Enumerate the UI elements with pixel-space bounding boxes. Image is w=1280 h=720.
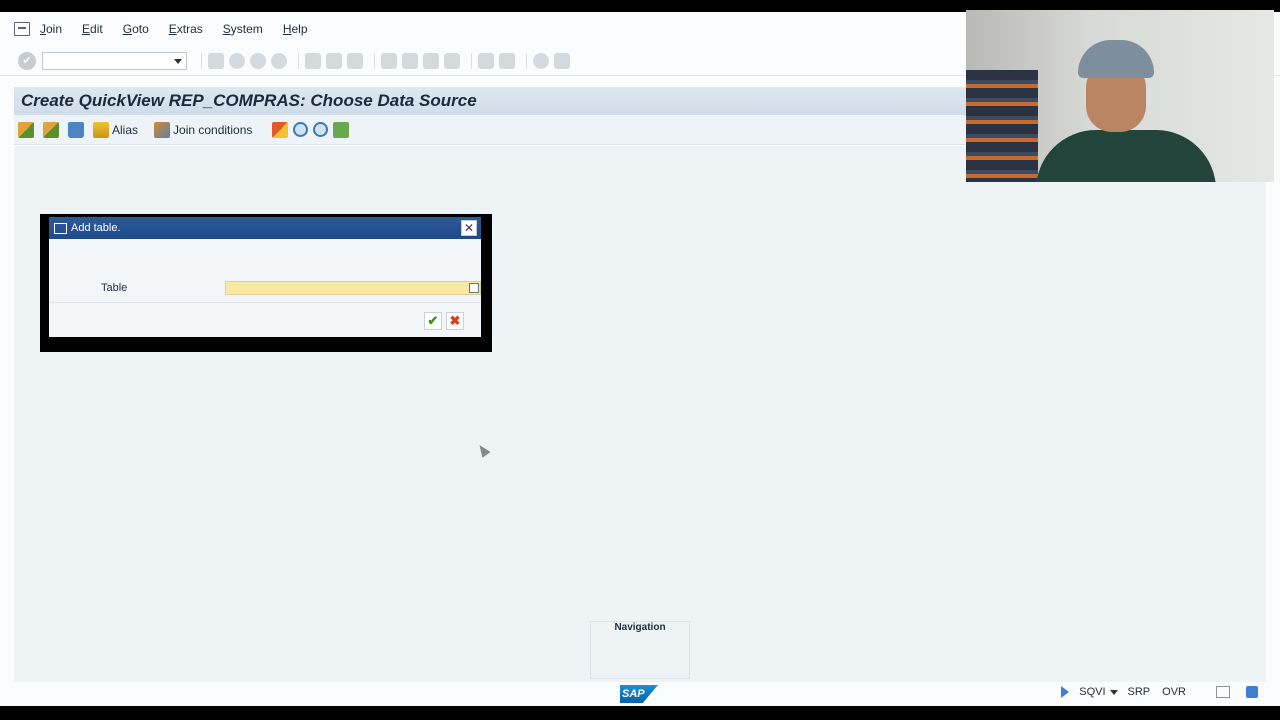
delete-table-button[interactable] [68,121,87,138]
transaction-code: SQVI [1079,686,1106,698]
command-field[interactable] [42,51,187,70]
menu-item-extras-key: E [168,22,177,36]
menu-item-system[interactable]: System [223,22,263,36]
find-next-icon[interactable] [347,52,363,69]
cancel-button[interactable]: ✖ [446,312,464,330]
print-icon[interactable] [305,52,321,69]
status-bar: SAP SQVI SRP OVR [0,682,1280,706]
webcam-overlay [966,10,1274,182]
dialog-header: Add table. ✕ [49,217,481,239]
next-page-icon[interactable] [423,52,439,69]
toolbar-separator [298,52,299,69]
dialog-window-icon [54,222,67,234]
menu-item-system-rest: ystem [230,22,263,36]
table-input[interactable] [225,281,481,295]
exit-icon[interactable] [250,52,266,69]
insert-join-icon [43,121,59,138]
menu-icon[interactable] [14,22,30,36]
menu-item-edit-key: E [82,22,91,36]
menu-item-help[interactable]: Help [283,22,308,36]
first-page-icon[interactable] [381,52,397,69]
help-icon[interactable] [533,52,549,69]
trash-icon [68,121,84,138]
bookshelf-image [966,70,1038,182]
menu-item-goto-rest: oto [132,22,149,36]
alias-icon [93,121,109,138]
navigation-overview[interactable]: Navigation [590,621,690,679]
chevron-down-icon[interactable] [1109,689,1118,695]
dialog-title: Add table. [71,222,121,234]
alias-button[interactable]: Alias [93,121,139,138]
toolbar-separator [526,52,527,69]
toolbar-separator [374,52,375,69]
last-page-icon[interactable] [444,52,460,69]
fit-to-window-icon [333,121,350,138]
system-info: SQVI SRP OVR [1061,686,1258,698]
find-icon[interactable] [326,52,342,69]
join-conditions-icon [154,121,171,138]
table-row: Table [101,281,481,295]
dialog-separator [49,302,481,303]
previous-page-icon[interactable] [402,52,418,69]
layout-icon[interactable] [1216,686,1230,698]
page-title: Create QuickView REP_COMPRAS: Choose Dat… [21,91,477,110]
layout-menu-icon[interactable] [554,52,570,69]
menu-item-extras[interactable]: Extras [169,22,203,36]
chevron-down-icon[interactable] [174,58,182,64]
sap-logo: SAP [620,685,658,703]
enter-check-icon[interactable]: ✔ [18,51,36,70]
close-icon[interactable]: ✕ [461,220,477,236]
zoom-in-icon [293,122,309,137]
layout-button[interactable] [272,121,291,138]
navigation-label: Navigation [614,622,666,633]
menu-item-join-rest: oin [46,22,63,36]
system-id: SRP [1127,686,1151,698]
shortcut-icon[interactable] [499,52,515,69]
insert-table-button[interactable] [18,121,37,138]
toolbar-separator [201,52,202,69]
zoom-in-button[interactable] [293,122,311,137]
zoom-out-icon [313,122,329,137]
menu-item-help-rest: elp [291,22,308,36]
zoom-out-button[interactable] [313,122,331,137]
add-table-dialog: Add table. ✕ Table ✔ ✖ [40,214,492,352]
lock-icon[interactable] [1246,686,1258,698]
cancel-icon[interactable] [271,52,287,69]
menu-item-system-key: S [222,22,231,36]
menu-item-edit-rest: dit [90,22,103,36]
presenter-body [1036,130,1216,182]
table-label: Table [101,282,128,294]
dialog-body: Add table. ✕ Table ✔ ✖ [49,217,481,337]
back-icon[interactable] [229,52,245,69]
fit-to-window-button[interactable] [333,121,352,138]
toolbar-separator [471,52,472,69]
alias-label: Alias [112,122,139,137]
insert-table-icon [18,121,34,138]
value-help-icon[interactable] [469,283,479,293]
save-icon[interactable] [208,52,224,69]
menu-item-goto-key: G [122,22,133,36]
insert-join-button[interactable] [43,121,62,138]
ok-button[interactable]: ✔ [424,312,442,330]
join-conditions-label: Join conditions [173,122,253,137]
new-session-icon[interactable] [478,52,494,69]
insert-mode: OVR [1162,686,1186,698]
layout-icon [272,121,289,138]
menu-item-extras-rest: xtras [176,22,203,36]
menu-item-join[interactable]: Join [40,22,62,36]
presenter-cap [1078,40,1154,78]
join-conditions-button[interactable]: Join conditions [154,121,253,138]
play-icon[interactable] [1061,686,1070,698]
menu-item-edit[interactable]: Edit [82,22,103,36]
menu-item-goto[interactable]: Goto [123,22,149,36]
